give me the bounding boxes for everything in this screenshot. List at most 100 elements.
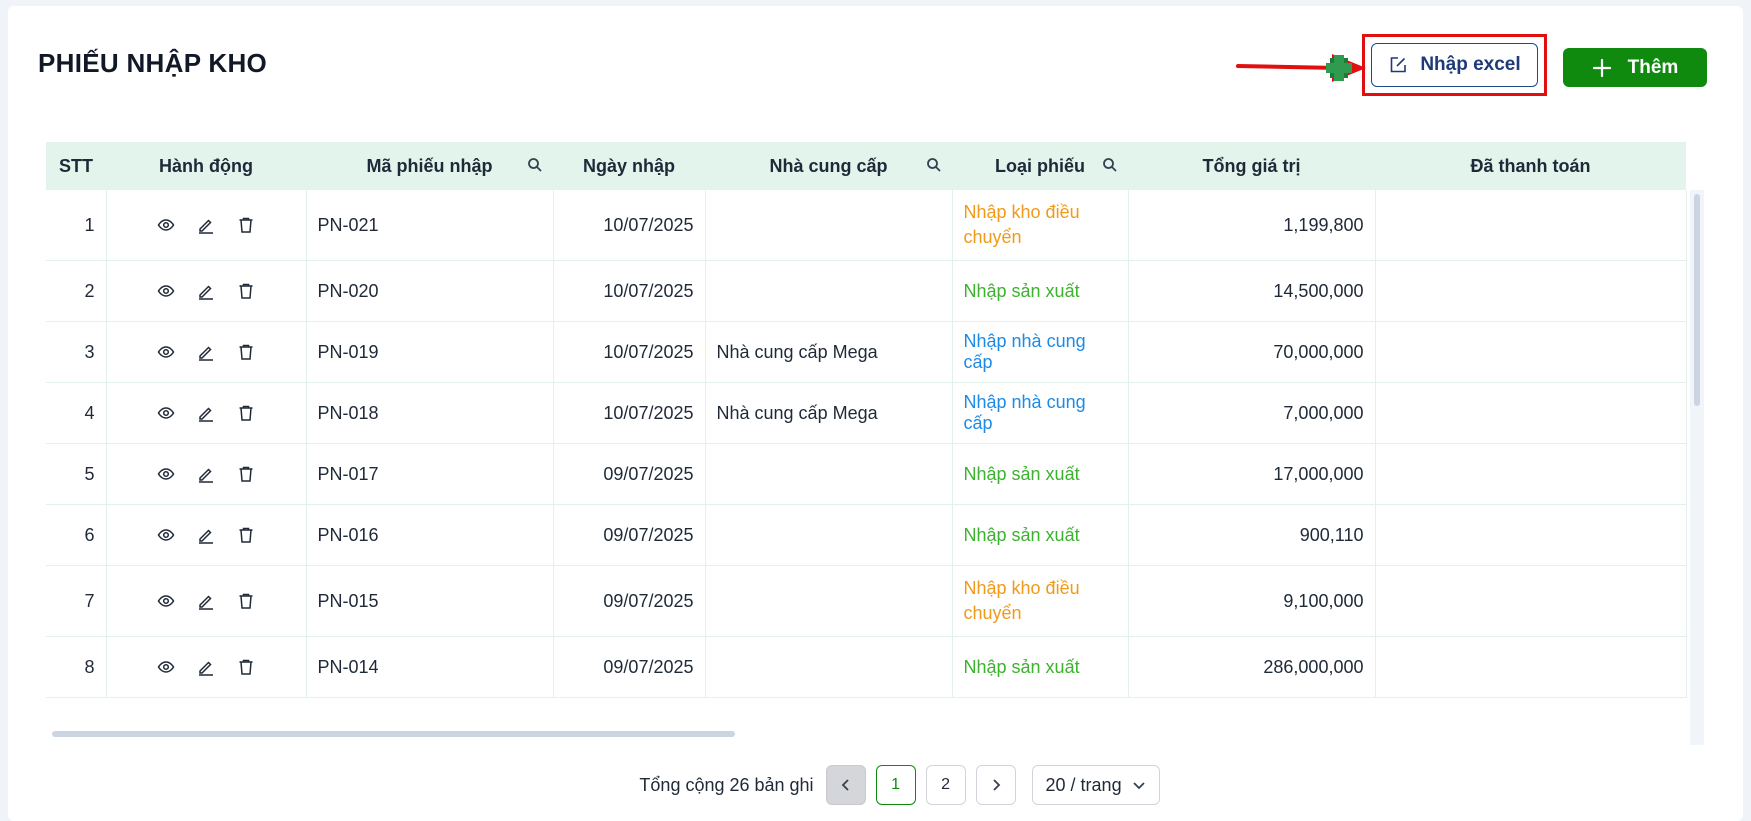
cell-total: 7,000,000 bbox=[1128, 382, 1376, 444]
pencil-icon[interactable] bbox=[197, 658, 215, 676]
cell-code[interactable]: PN-020 bbox=[306, 260, 554, 322]
table-row: 7 PN-015 09/07/2025 Nhập kho điều chuyển 9,1… bbox=[46, 565, 1687, 637]
cell-stt: 5 bbox=[46, 443, 107, 505]
cell-code[interactable]: PN-015 bbox=[306, 565, 554, 637]
cell-type: Nhập sản xuất bbox=[952, 260, 1129, 322]
eye-icon[interactable] bbox=[157, 465, 175, 483]
cell-type: Nhập sản xuất bbox=[952, 636, 1129, 698]
trash-icon[interactable] bbox=[237, 526, 255, 544]
eye-icon[interactable] bbox=[157, 404, 175, 422]
trash-icon[interactable] bbox=[237, 465, 255, 483]
cell-stt: 6 bbox=[46, 504, 107, 566]
eye-icon[interactable] bbox=[157, 343, 175, 361]
cell-total: 9,100,000 bbox=[1128, 565, 1376, 637]
search-icon[interactable] bbox=[527, 157, 543, 178]
cell-paid bbox=[1375, 565, 1687, 637]
pencil-icon[interactable] bbox=[197, 526, 215, 544]
column-header-type: Loại phiếu bbox=[952, 142, 1128, 190]
excel-icon bbox=[1326, 55, 1352, 81]
cell-type: Nhập nhà cung cấp bbox=[952, 321, 1129, 383]
eye-icon[interactable] bbox=[157, 216, 175, 234]
search-icon[interactable] bbox=[926, 157, 942, 178]
eye-icon[interactable] bbox=[157, 658, 175, 676]
cell-code[interactable]: PN-017 bbox=[306, 443, 554, 505]
cell-date: 10/07/2025 bbox=[553, 382, 706, 444]
cell-paid bbox=[1375, 504, 1687, 566]
prev-page-button[interactable] bbox=[825, 765, 866, 805]
chevron-right-icon bbox=[989, 778, 1003, 792]
table-row: 6 PN-016 09/07/2025 Nhập sản xuất 900,110 bbox=[46, 504, 1687, 566]
cell-paid bbox=[1375, 190, 1687, 261]
cell-code[interactable]: PN-019 bbox=[306, 321, 554, 383]
cell-date: 10/07/2025 bbox=[553, 260, 706, 322]
import-excel-button[interactable]: Nhập excel bbox=[1371, 43, 1538, 87]
trash-icon[interactable] bbox=[237, 592, 255, 610]
cell-date: 10/07/2025 bbox=[553, 190, 706, 261]
next-page-button[interactable] bbox=[975, 765, 1016, 805]
page-size-select[interactable]: 20 / trang bbox=[1031, 765, 1160, 805]
cell-type: Nhập kho điều chuyển bbox=[952, 190, 1129, 261]
cell-paid bbox=[1375, 321, 1687, 383]
add-button-label: Thêm bbox=[1627, 56, 1679, 78]
vertical-scrollbar[interactable] bbox=[1690, 190, 1704, 745]
eye-icon[interactable] bbox=[157, 592, 175, 610]
eye-icon[interactable] bbox=[157, 282, 175, 300]
cell-code[interactable]: PN-018 bbox=[306, 382, 554, 444]
pencil-icon[interactable] bbox=[197, 465, 215, 483]
cell-stt: 3 bbox=[46, 321, 107, 383]
vertical-scrollbar-thumb[interactable] bbox=[1694, 194, 1700, 406]
column-header-code-label: Mã phiếu nhập bbox=[366, 155, 493, 176]
table-header-row: STT Hành động Mã phiếu nhập Ngày nhập Nh… bbox=[46, 142, 1686, 190]
trash-icon[interactable] bbox=[237, 404, 255, 422]
horizontal-scrollbar[interactable] bbox=[52, 731, 735, 737]
cell-actions bbox=[106, 565, 307, 637]
cell-stt: 8 bbox=[46, 636, 107, 698]
cell-type: Nhập kho điều chuyển bbox=[952, 565, 1129, 637]
cell-type: Nhập nhà cung cấp bbox=[952, 382, 1129, 444]
cell-code[interactable]: PN-016 bbox=[306, 504, 554, 566]
page-button-1[interactable]: 1 bbox=[875, 765, 916, 805]
type-tag: Nhập nhà cung cấp bbox=[963, 392, 1086, 433]
pencil-icon[interactable] bbox=[197, 343, 215, 361]
cell-supplier: Nhà cung cấp Mega bbox=[705, 321, 953, 383]
cell-actions bbox=[106, 636, 307, 698]
cell-total: 286,000,000 bbox=[1128, 636, 1376, 698]
page-size-label: 20 / trang bbox=[1045, 774, 1122, 795]
column-header-code: Mã phiếu nhập bbox=[306, 142, 553, 190]
pencil-icon[interactable] bbox=[197, 404, 215, 422]
trash-icon[interactable] bbox=[237, 216, 255, 234]
cell-date: 09/07/2025 bbox=[553, 504, 706, 566]
receipts-table: STT Hành động Mã phiếu nhập Ngày nhập Nh… bbox=[46, 142, 1707, 745]
cell-supplier bbox=[705, 636, 953, 698]
trash-icon[interactable] bbox=[237, 282, 255, 300]
cell-code[interactable]: PN-021 bbox=[306, 190, 554, 261]
table-row: 5 PN-017 09/07/2025 Nhập sản xuất 17,000,000 bbox=[46, 443, 1687, 505]
cell-actions bbox=[106, 443, 307, 505]
eye-icon[interactable] bbox=[157, 526, 175, 544]
cell-supplier bbox=[705, 443, 953, 505]
cell-total: 70,000,000 bbox=[1128, 321, 1376, 383]
total-records: Tổng cộng 26 bản ghi bbox=[639, 774, 814, 795]
trash-icon[interactable] bbox=[237, 343, 255, 361]
pencil-icon[interactable] bbox=[197, 592, 215, 610]
pencil-icon[interactable] bbox=[197, 216, 215, 234]
cell-date: 09/07/2025 bbox=[553, 565, 706, 637]
pencil-icon[interactable] bbox=[197, 282, 215, 300]
chevron-down-icon bbox=[1132, 778, 1146, 792]
page-button-2[interactable]: 2 bbox=[925, 765, 966, 805]
cell-code[interactable]: PN-014 bbox=[306, 636, 554, 698]
cell-supplier bbox=[705, 190, 953, 261]
add-button[interactable]: Thêm bbox=[1563, 48, 1707, 87]
trash-icon[interactable] bbox=[237, 658, 255, 676]
search-icon[interactable] bbox=[1102, 157, 1118, 178]
cell-date: 09/07/2025 bbox=[553, 636, 706, 698]
table-row: 3 PN-019 10/07/2025 Nhà cung cấp Mega Nhập n… bbox=[46, 321, 1687, 383]
page-title: PHIẾU NHẬP KHO bbox=[38, 48, 268, 78]
type-tag: Nhập sản xuất bbox=[963, 463, 1080, 484]
column-header-total: Tổng giá trị bbox=[1128, 142, 1375, 190]
type-tag: Nhập kho điều chuyển bbox=[963, 578, 1080, 623]
cell-paid bbox=[1375, 382, 1687, 444]
column-header-type-label: Loại phiếu bbox=[995, 155, 1085, 176]
cell-paid bbox=[1375, 636, 1687, 698]
column-header-stt: STT bbox=[46, 142, 106, 190]
